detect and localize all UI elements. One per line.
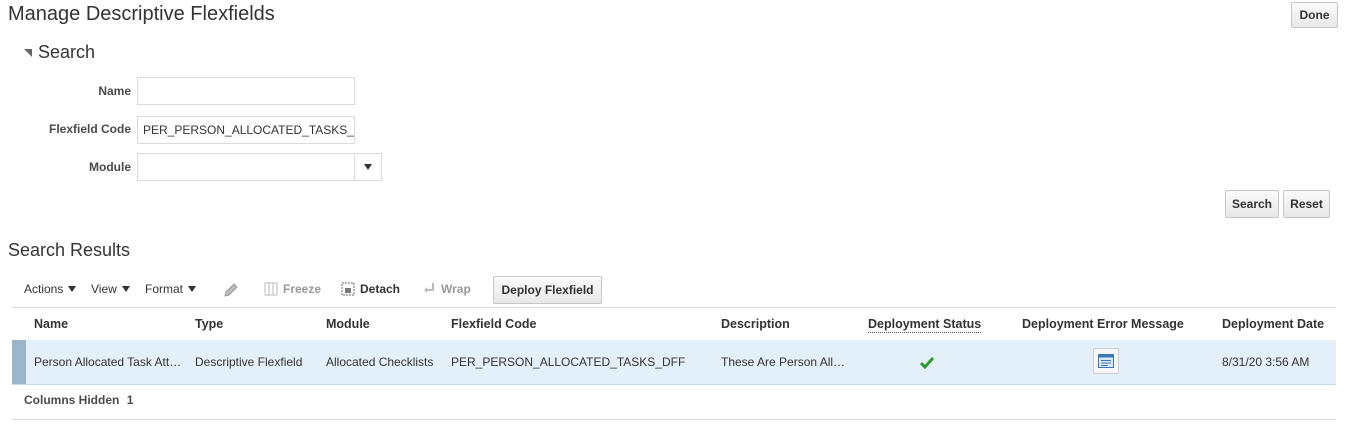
reset-button[interactable]: Reset xyxy=(1283,190,1330,218)
col-header-name[interactable]: Name xyxy=(34,317,68,331)
name-input[interactable] xyxy=(137,77,355,105)
chevron-down-icon xyxy=(188,286,197,292)
table-row[interactable]: Person Allocated Task Att… Descriptive F… xyxy=(12,340,1336,385)
flexfield-code-input[interactable]: PER_PERSON_ALLOCATED_TASKS_ xyxy=(137,116,355,144)
actions-menu[interactable]: Actions xyxy=(24,282,77,296)
detach-button[interactable]: Detach xyxy=(341,282,400,296)
chevron-down-icon xyxy=(68,286,77,292)
pencil-icon xyxy=(224,283,238,297)
flexfield-code-label: Flexfield Code xyxy=(48,122,131,136)
cell-flexfield-code: PER_PERSON_ALLOCATED_TASKS_DFF xyxy=(451,355,686,369)
format-menu[interactable]: Format xyxy=(145,282,197,296)
col-header-description[interactable]: Description xyxy=(721,317,790,331)
col-header-deployment-date[interactable]: Deployment Date xyxy=(1222,317,1324,331)
collapse-triangle-icon[interactable] xyxy=(24,48,32,57)
col-header-deployment-status[interactable]: Deployment Status xyxy=(868,317,982,333)
page-title: Manage Descriptive Flexfields xyxy=(8,3,275,25)
search-section-title: Search xyxy=(38,42,96,62)
row-selector[interactable] xyxy=(12,340,26,384)
name-label: Name xyxy=(98,84,131,98)
col-header-module[interactable]: Module xyxy=(326,317,370,331)
detach-icon xyxy=(341,282,355,296)
detach-label: Detach xyxy=(360,282,401,296)
columns-hidden-count: 1 xyxy=(126,393,134,407)
message-detail-button[interactable] xyxy=(1093,348,1119,374)
wrap-label: Wrap xyxy=(441,282,471,296)
cell-type: Descriptive Flexfield xyxy=(195,355,303,369)
view-label: View xyxy=(91,282,117,296)
search-button[interactable]: Search xyxy=(1225,190,1279,218)
cell-description: These Are Person All… xyxy=(721,355,846,369)
freeze-columns-icon xyxy=(264,282,278,296)
chevron-down-icon xyxy=(364,164,372,170)
module-label: Module xyxy=(89,160,131,174)
col-header-flexfield-code[interactable]: Flexfield Code xyxy=(451,317,536,331)
module-dropdown-button[interactable] xyxy=(354,154,381,180)
freeze-button[interactable]: Freeze xyxy=(264,282,321,296)
chevron-down-icon xyxy=(121,286,130,292)
done-button[interactable]: Done xyxy=(1291,2,1338,28)
col-header-type[interactable]: Type xyxy=(195,317,223,331)
format-label: Format xyxy=(145,282,184,296)
table-bottom-divider xyxy=(12,419,1336,420)
message-detail-icon xyxy=(1098,354,1114,368)
wrap-button[interactable]: Wrap xyxy=(423,282,471,296)
cell-deployment-date: 8/31/20 3:56 AM xyxy=(1222,355,1310,369)
col-header-deployment-error[interactable]: Deployment Error Message xyxy=(1022,317,1184,331)
search-section-header[interactable]: Search xyxy=(24,42,95,63)
view-menu[interactable]: View xyxy=(91,282,130,296)
wrap-icon xyxy=(424,283,434,293)
actions-label: Actions xyxy=(24,282,64,296)
columns-hidden-label: Columns Hidden xyxy=(24,393,120,407)
deploy-flexfield-button[interactable]: Deploy Flexfield xyxy=(493,276,602,304)
columns-hidden-status: Columns Hidden 1 xyxy=(24,393,133,407)
table-header: Name Type Module Flexfield Code Descript… xyxy=(12,307,1336,341)
freeze-label: Freeze xyxy=(283,282,322,296)
cell-module: Allocated Checklists xyxy=(326,355,434,369)
edit-button[interactable] xyxy=(222,281,240,299)
checkmark-icon xyxy=(919,356,935,374)
module-select[interactable] xyxy=(137,153,382,181)
search-results-title: Search Results xyxy=(8,240,131,260)
cell-name[interactable]: Person Allocated Task Att… xyxy=(34,355,181,369)
